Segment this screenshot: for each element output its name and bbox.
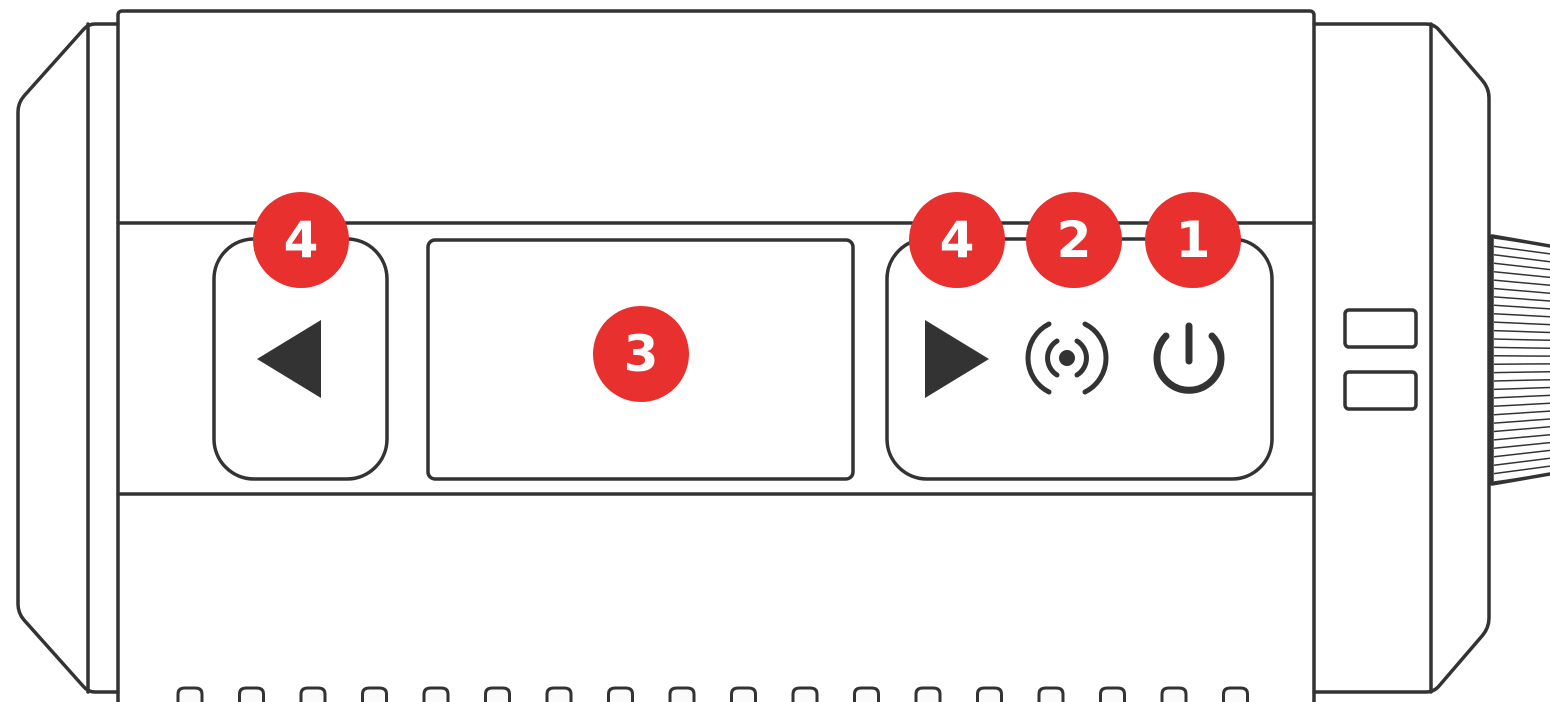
vent-dot (484, 686, 511, 702)
vent-dot (361, 686, 388, 702)
knob-ridge (1493, 346, 1550, 349)
power-icon[interactable] (1153, 322, 1225, 394)
right-end-cap (1312, 22, 1491, 694)
knob-ridge (1493, 410, 1550, 416)
callout-next: 4 (909, 192, 1005, 288)
vent-dot (1037, 686, 1065, 702)
vent-dot (853, 686, 880, 702)
knob-ridge (1493, 237, 1550, 247)
knob-ridge (1493, 245, 1550, 255)
vent-row (176, 686, 1249, 702)
vent-dot (545, 686, 573, 702)
callout-prev: 4 (253, 192, 349, 288)
vent-dot (976, 686, 1003, 702)
knob-ridge (1493, 338, 1550, 342)
vent-dot (1099, 686, 1126, 702)
knob-ridge (1493, 386, 1550, 391)
knob-ridge (1493, 465, 1550, 475)
vent-dot (1222, 686, 1249, 702)
knob-ridge (1493, 262, 1550, 271)
knob-ridge (1493, 296, 1550, 302)
knob-ridge (1493, 378, 1550, 382)
vent-dot (730, 686, 757, 702)
lower-slot (1343, 370, 1418, 411)
lens-knob[interactable] (1490, 234, 1550, 486)
knob-ridge (1493, 426, 1550, 433)
knob-ridge (1493, 329, 1550, 334)
knob-ridge (1493, 473, 1550, 483)
vent-dot (607, 686, 634, 702)
vent-dot (299, 686, 327, 702)
callout-number-prev: 4 (284, 211, 319, 269)
triangle-right-icon[interactable] (925, 320, 989, 398)
callout-display: 3 (593, 306, 689, 402)
side-slots (1343, 308, 1418, 411)
knob-ridge (1493, 457, 1550, 466)
knob-ridge (1493, 270, 1550, 279)
knob-ridge (1493, 279, 1550, 287)
wireless-broadcast-icon[interactable] (1025, 321, 1109, 395)
knob-ridge (1493, 287, 1550, 294)
upper-slot (1343, 308, 1418, 349)
device-diagram: 4 3 4 2 1 (16, 9, 1550, 702)
callout-number-display: 3 (624, 325, 659, 383)
callout-number-power: 1 (1176, 211, 1211, 269)
vent-dot (668, 686, 696, 702)
knob-ridge (1493, 304, 1550, 310)
vent-dot (422, 686, 450, 702)
knob-ridge (1493, 418, 1550, 424)
callout-number-next: 4 (940, 211, 975, 269)
left-end-cap (16, 22, 120, 694)
knob-ridge (1493, 254, 1550, 263)
triangle-left-icon (257, 320, 321, 398)
knob-ridge (1493, 312, 1550, 318)
vent-dot (238, 686, 265, 702)
knob-ridge (1493, 433, 1550, 441)
vent-dot (176, 686, 204, 702)
callout-number-wireless: 2 (1057, 211, 1092, 269)
vent-dot (1160, 686, 1188, 702)
knob-ridge (1493, 441, 1550, 450)
callout-power: 1 (1145, 192, 1241, 288)
vent-dot (914, 686, 942, 702)
vent-dot (791, 686, 819, 702)
callout-wireless: 2 (1026, 192, 1122, 288)
knob-ridge (1493, 402, 1550, 408)
knob-ridge (1493, 394, 1550, 399)
knob-ridge (1493, 321, 1550, 326)
knob-ridge (1493, 371, 1550, 374)
knob-ridge (1493, 449, 1550, 458)
